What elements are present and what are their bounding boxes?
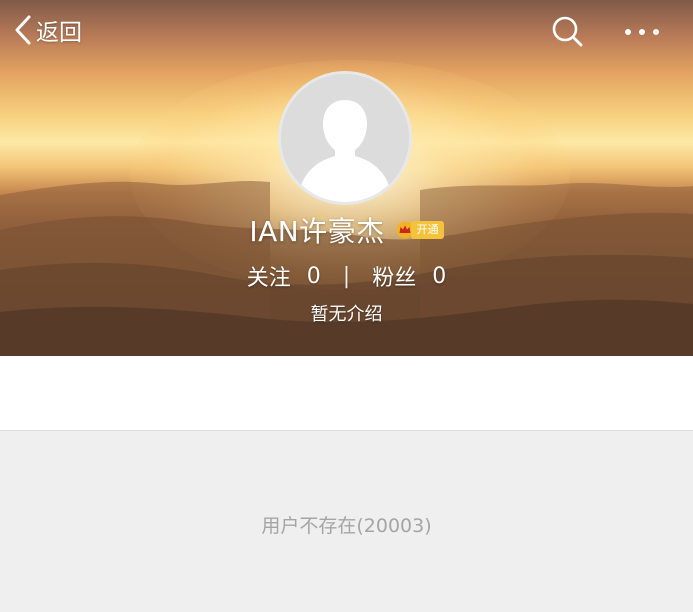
top-navigation-bar: 返回 <box>0 0 693 64</box>
profile-bio: 暂无介绍 <box>310 304 383 325</box>
profile-tab-strip <box>0 356 693 431</box>
chevron-left-icon <box>15 15 31 45</box>
avatar[interactable] <box>278 71 412 205</box>
username-row: IAN许豪杰 开通 <box>0 210 693 250</box>
default-avatar-icon <box>281 74 409 202</box>
followers-count: 0 <box>432 263 447 289</box>
profile-stats: 关注 0 | 粉丝 0 <box>0 259 693 293</box>
more-options-button[interactable] <box>620 18 664 46</box>
profile-header: 返回 IAN许豪杰 开通 关注 0 | 粉丝 0 暂无介绍 <box>0 0 693 356</box>
following-label: 关注 <box>246 266 291 291</box>
back-label: 返回 <box>36 20 82 46</box>
vip-badge-label: 开通 <box>410 221 444 239</box>
back-button[interactable]: 返回 <box>14 12 82 48</box>
stats-separator: | <box>342 263 351 289</box>
content-area: 用户不存在(20003) <box>0 431 693 612</box>
username: IAN许豪杰 <box>249 215 385 248</box>
following-count: 0 <box>306 263 321 289</box>
followers-stat[interactable]: 粉丝 0 <box>372 260 446 292</box>
more-dots-icon <box>625 29 659 35</box>
search-button[interactable] <box>548 12 588 52</box>
vip-badge[interactable]: 开通 <box>395 221 444 239</box>
error-message: 用户不存在(20003) <box>261 515 432 537</box>
search-icon <box>552 16 583 47</box>
followers-label: 粉丝 <box>372 266 417 291</box>
following-stat[interactable]: 关注 0 <box>247 260 321 292</box>
